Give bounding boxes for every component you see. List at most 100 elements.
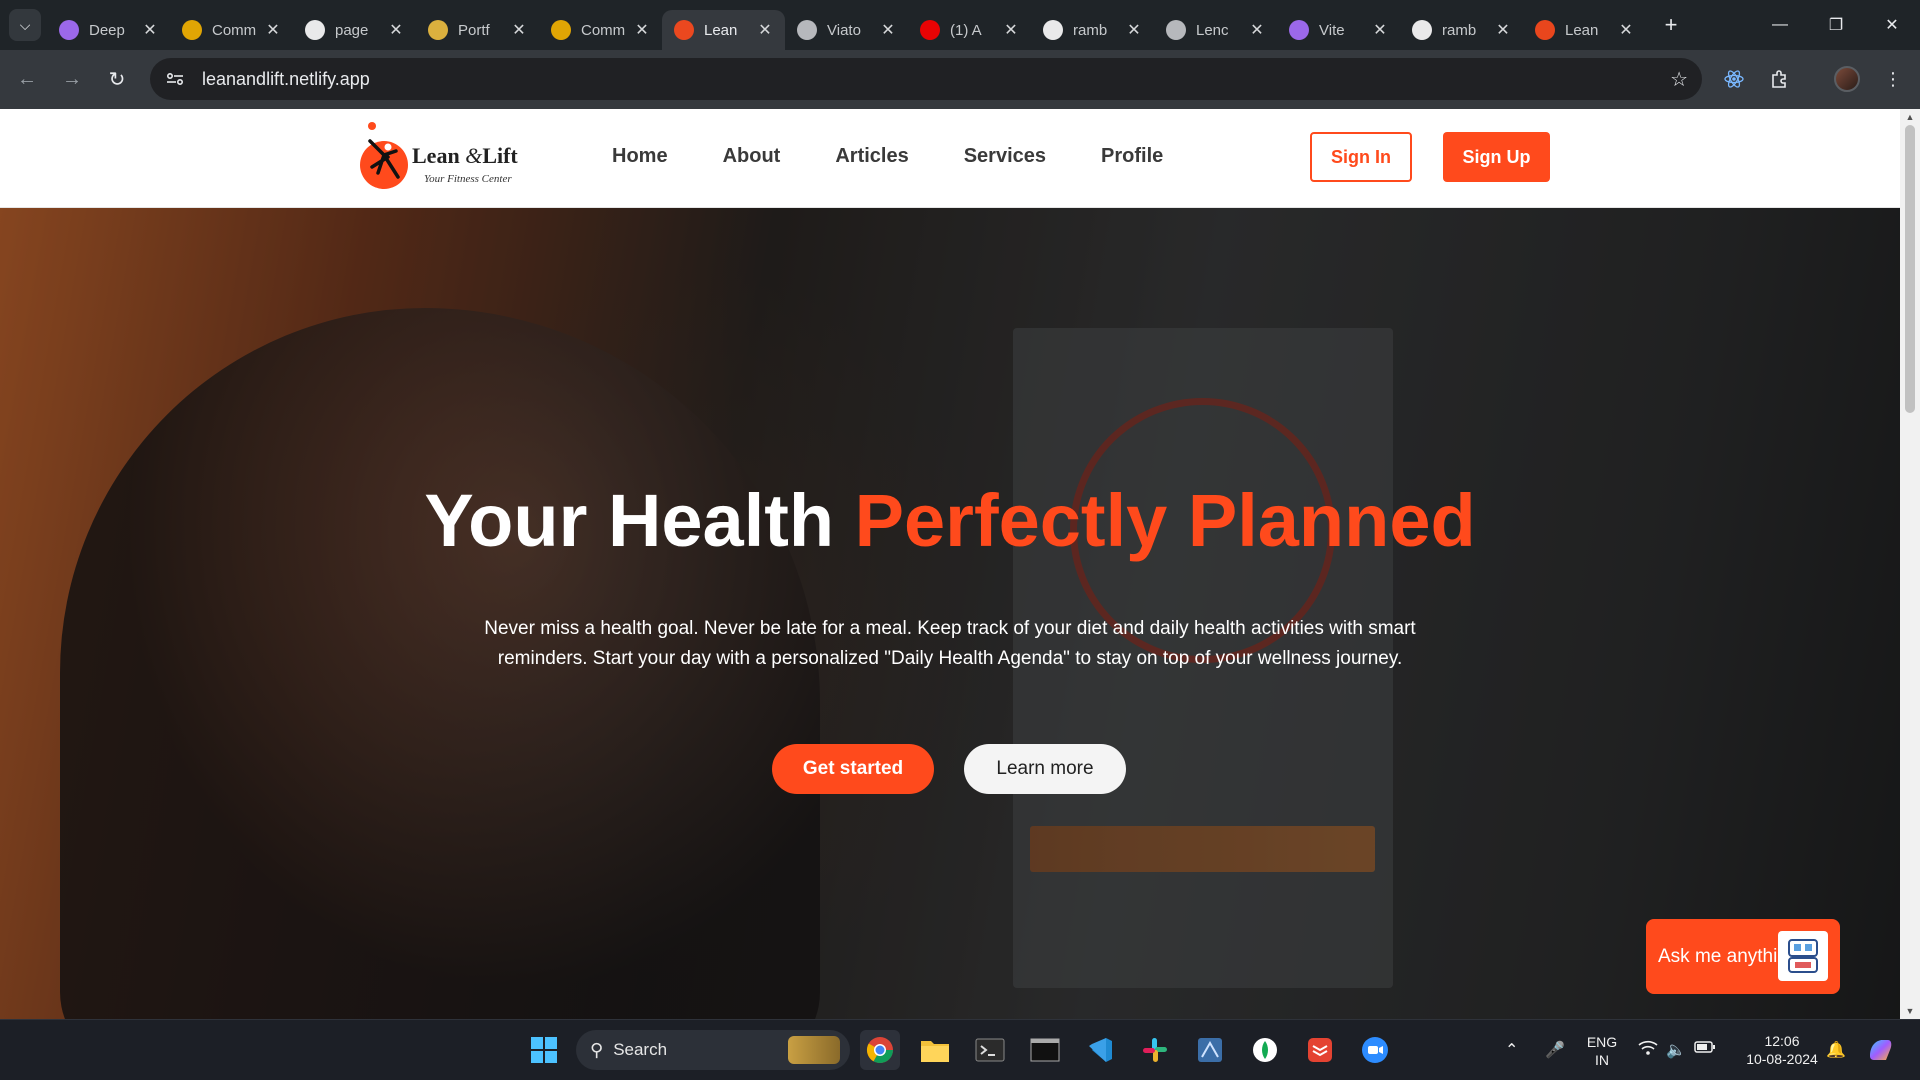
browser-tab[interactable]: Vite ✕ (1277, 10, 1400, 50)
tab-search-button[interactable]: ⌵ (9, 9, 41, 41)
browser-tab[interactable]: ramb ✕ (1400, 10, 1523, 50)
tab-close-icon[interactable]: ✕ (757, 20, 773, 40)
tab-close-icon[interactable]: ✕ (1249, 20, 1265, 40)
restore-button[interactable]: ❐ (1808, 0, 1864, 50)
browser-tab[interactable]: Lean ✕ (662, 10, 785, 50)
site-info-icon[interactable] (160, 64, 190, 94)
sign-in-button[interactable]: Sign In (1310, 132, 1412, 182)
browser-tab[interactable]: Viato ✕ (785, 10, 908, 50)
minimize-icon: — (1772, 16, 1788, 33)
chevron-down-icon: ⌵ (19, 16, 31, 33)
bookmark-star-icon[interactable]: ☆ (1670, 67, 1688, 92)
start-button[interactable] (524, 1030, 564, 1070)
tab-close-icon[interactable]: ✕ (1003, 20, 1019, 40)
logo-name-amp: & (465, 143, 483, 168)
profile-avatar[interactable] (1830, 62, 1864, 96)
scroll-up-arrow-icon[interactable]: ▲ (1900, 109, 1920, 125)
app-blue-icon[interactable] (1190, 1030, 1230, 1070)
tab-close-icon[interactable]: ✕ (1495, 20, 1511, 40)
browser-tab[interactable]: ramb ✕ (1031, 10, 1154, 50)
tab-close-icon[interactable]: ✕ (511, 20, 527, 40)
tab-close-icon[interactable]: ✕ (388, 20, 404, 40)
tab-title: Lenc (1196, 21, 1229, 39)
browser-tab[interactable]: Comm ✕ (539, 10, 662, 50)
github-icon (305, 20, 325, 40)
browser-tab[interactable]: (1) A ✕ (908, 10, 1031, 50)
windows-taskbar: ⚲ Search ⌃ 🎤 ENG IN 🔈 12:06 10-08-2024 🔔 (0, 1019, 1920, 1080)
browser-tab[interactable]: Lenc ✕ (1154, 10, 1277, 50)
wifi-icon[interactable] (1638, 1040, 1658, 1061)
reload-button[interactable]: ↻ (99, 62, 135, 98)
todoist-icon[interactable] (1300, 1030, 1340, 1070)
tab-close-icon[interactable]: ✕ (142, 20, 158, 40)
taskbar-search[interactable]: ⚲ Search (576, 1030, 850, 1070)
browser-tab[interactable]: Deep ✕ (47, 10, 170, 50)
new-tab-button[interactable]: + (1654, 8, 1688, 42)
vite-logo-icon (1289, 20, 1309, 40)
volume-icon[interactable]: 🔈 (1666, 1040, 1686, 1060)
avatar-icon (428, 20, 448, 40)
hero-section: Your Health Perfectly Planned Never miss… (0, 208, 1900, 1019)
sign-up-button[interactable]: Sign Up (1443, 132, 1550, 182)
nav-services[interactable]: Services (964, 145, 1046, 168)
tab-close-icon[interactable]: ✕ (265, 20, 281, 40)
back-button[interactable]: ← (9, 62, 45, 98)
tab-title: Portf (458, 21, 490, 39)
tab-close-icon[interactable]: ✕ (1372, 20, 1388, 40)
tab-close-icon[interactable]: ✕ (1126, 20, 1142, 40)
learn-more-button[interactable]: Learn more (964, 744, 1126, 794)
get-started-button[interactable]: Get started (772, 744, 934, 794)
scroll-thumb[interactable] (1905, 125, 1915, 413)
show-hidden-icons-chevron-up-icon[interactable]: ⌃ (1505, 1040, 1518, 1060)
mongodb-compass-icon[interactable] (1245, 1030, 1285, 1070)
tab-close-icon[interactable]: ✕ (634, 20, 650, 40)
url-text[interactable]: leanandlift.netlify.app (202, 69, 370, 90)
tab-title: Lean (704, 21, 738, 39)
address-bar[interactable]: leanandlift.netlify.app ☆ (150, 58, 1702, 100)
tab-title: Deep (89, 21, 125, 39)
extensions-puzzle-icon[interactable] (1763, 62, 1797, 96)
command-prompt-icon[interactable] (1025, 1030, 1065, 1070)
vscode-icon[interactable] (1080, 1030, 1120, 1070)
scroll-down-arrow-icon[interactable]: ▼ (1900, 1003, 1920, 1019)
hero-title-main: Your Health (424, 479, 855, 562)
file-explorer-icon[interactable] (915, 1030, 955, 1070)
nav-profile[interactable]: Profile (1101, 145, 1163, 168)
minimize-button[interactable]: — (1752, 0, 1808, 50)
language-indicator[interactable]: ENG IN (1582, 1033, 1622, 1069)
hands-icon (551, 20, 571, 40)
tab-title: Vite (1319, 21, 1345, 39)
kebab-menu-icon[interactable]: ⋮ (1876, 62, 1910, 96)
vite-logo-icon (59, 20, 79, 40)
browser-tab[interactable]: page ✕ (293, 10, 416, 50)
react-devtools-icon[interactable] (1717, 62, 1751, 96)
nav-about[interactable]: About (723, 145, 781, 168)
lean-lift-icon (674, 20, 694, 40)
slack-icon[interactable] (1135, 1030, 1175, 1070)
chatbot-button[interactable]: Ask me anything (1646, 919, 1840, 994)
battery-icon[interactable] (1694, 1040, 1716, 1059)
browser-tab[interactable]: Lean ✕ (1523, 10, 1646, 50)
notification-bell-icon[interactable]: 🔔 (1826, 1040, 1846, 1060)
nav-home[interactable]: Home (612, 145, 668, 168)
tab-title: Comm (581, 21, 626, 39)
microphone-icon[interactable]: 🎤 (1545, 1040, 1565, 1060)
search-icon: ⚲ (590, 1039, 604, 1060)
clock[interactable]: 12:06 10-08-2024 (1730, 1032, 1834, 1068)
close-window-button[interactable]: ✕ (1864, 0, 1920, 50)
hero-title-accent: Perfectly Planned (854, 479, 1476, 562)
tab-close-icon[interactable]: ✕ (1618, 20, 1634, 40)
tab-close-icon[interactable]: ✕ (880, 20, 896, 40)
browser-tab[interactable]: Comm ✕ (170, 10, 293, 50)
zoom-icon[interactable] (1355, 1030, 1395, 1070)
nav-articles[interactable]: Articles (835, 145, 908, 168)
site-logo[interactable]: Lean &Lift Your Fitness Center (358, 121, 528, 201)
forward-button[interactable]: → (54, 62, 90, 98)
copilot-icon[interactable] (1860, 1030, 1900, 1070)
chrome-taskbar-icon[interactable] (860, 1030, 900, 1070)
github-icon (1043, 20, 1063, 40)
terminal-icon[interactable] (970, 1030, 1010, 1070)
browser-tab[interactable]: Portf ✕ (416, 10, 539, 50)
page-scrollbar[interactable]: ▲ ▼ (1900, 109, 1920, 1019)
hero-title: Your Health Perfectly Planned (0, 478, 1900, 563)
